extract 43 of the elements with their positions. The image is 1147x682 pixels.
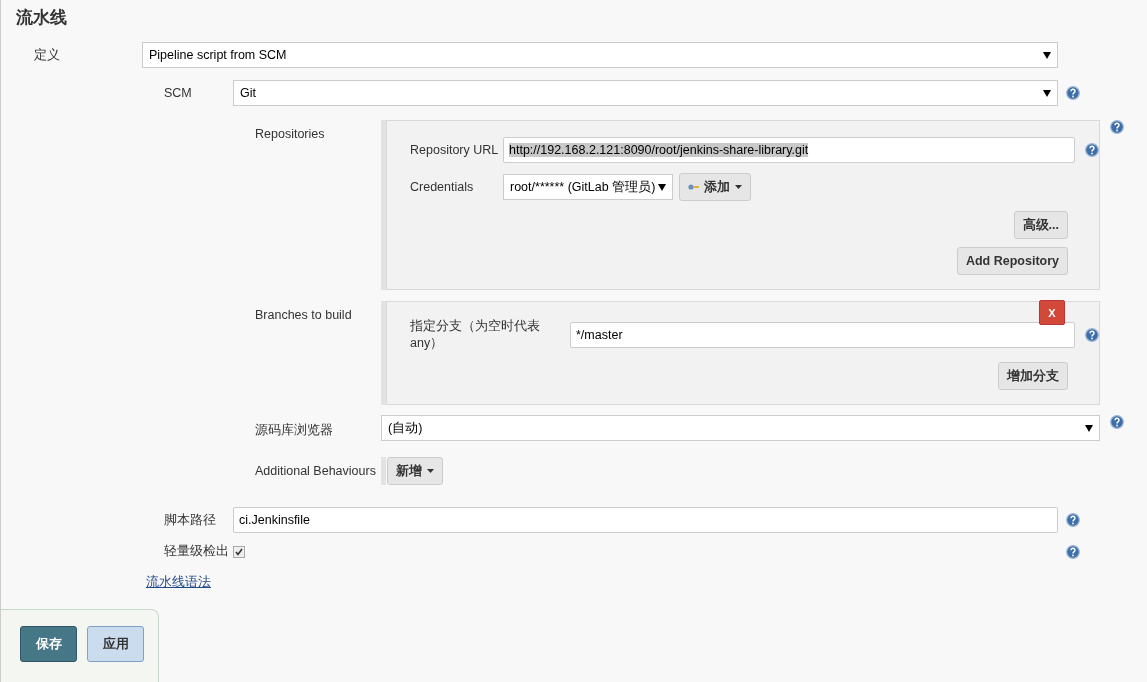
field-label: Repository URL <box>410 143 500 157</box>
definition-select[interactable]: Pipeline script from SCM <box>142 42 1058 68</box>
caret-icon <box>735 185 742 189</box>
help-icon[interactable] <box>1066 513 1080 527</box>
help-icon[interactable] <box>1085 328 1099 342</box>
dropdown-arrow-icon <box>1043 89 1051 97</box>
section-title: 流水线 <box>15 7 68 29</box>
add-branch-button[interactable]: 增加分支 <box>998 362 1068 390</box>
add-behaviour-button[interactable]: 新增 <box>387 457 443 485</box>
dropdown-arrow-icon <box>658 183 666 191</box>
field-label: 脚本路径 <box>164 511 217 529</box>
form-button[interactable]: 保存 <box>20 626 77 662</box>
caret-icon <box>427 469 434 473</box>
form-button[interactable]: 应用 <box>87 626 144 662</box>
field-label: 指定分支（为空时代表any） <box>410 318 541 352</box>
browser-select[interactable]: (自动) <box>381 415 1100 441</box>
field-label: Branches to build <box>255 307 353 322</box>
field-label: 定义 <box>34 46 61 64</box>
script-path-field[interactable]: ci.Jenkinsfile <box>233 507 1058 533</box>
credentials-select[interactable]: root/****** (GitLab 管理员) <box>503 174 673 200</box>
field-label: Additional Behaviours <box>255 463 377 478</box>
help-icon[interactable] <box>1110 415 1124 429</box>
help-icon[interactable] <box>1085 143 1099 157</box>
add-repository-button[interactable]: Add Repository <box>956 247 1068 275</box>
help-icon[interactable] <box>1066 544 1080 559</box>
url-field[interactable]: http://192.168.2.121:8090/root/jenkins-share-library.git <box>503 137 1075 163</box>
pipeline-syntax-link[interactable]: 流水线语法 <box>146 575 211 589</box>
field-label: SCM <box>164 86 193 100</box>
help-icon[interactable] <box>1066 86 1080 100</box>
key-icon <box>688 184 699 190</box>
delete-button[interactable]: X <box>1039 300 1065 325</box>
field-label: Repositories <box>255 126 326 141</box>
field-label: 轻量级检出 <box>164 543 229 560</box>
branch-field[interactable]: */master <box>570 322 1075 348</box>
advanced-button[interactable]: 高级... <box>1013 211 1068 239</box>
field-label: 源码库浏览器 <box>255 422 334 439</box>
add-credentials-button[interactable]: 添加 <box>679 173 751 201</box>
field-label: Credentials <box>410 180 475 194</box>
scm-select[interactable]: Git <box>233 80 1058 106</box>
help-icon[interactable] <box>1110 120 1124 134</box>
dropdown-arrow-icon <box>1043 51 1051 59</box>
checkbox[interactable] <box>233 545 245 558</box>
dropdown-arrow-icon <box>1085 424 1093 432</box>
